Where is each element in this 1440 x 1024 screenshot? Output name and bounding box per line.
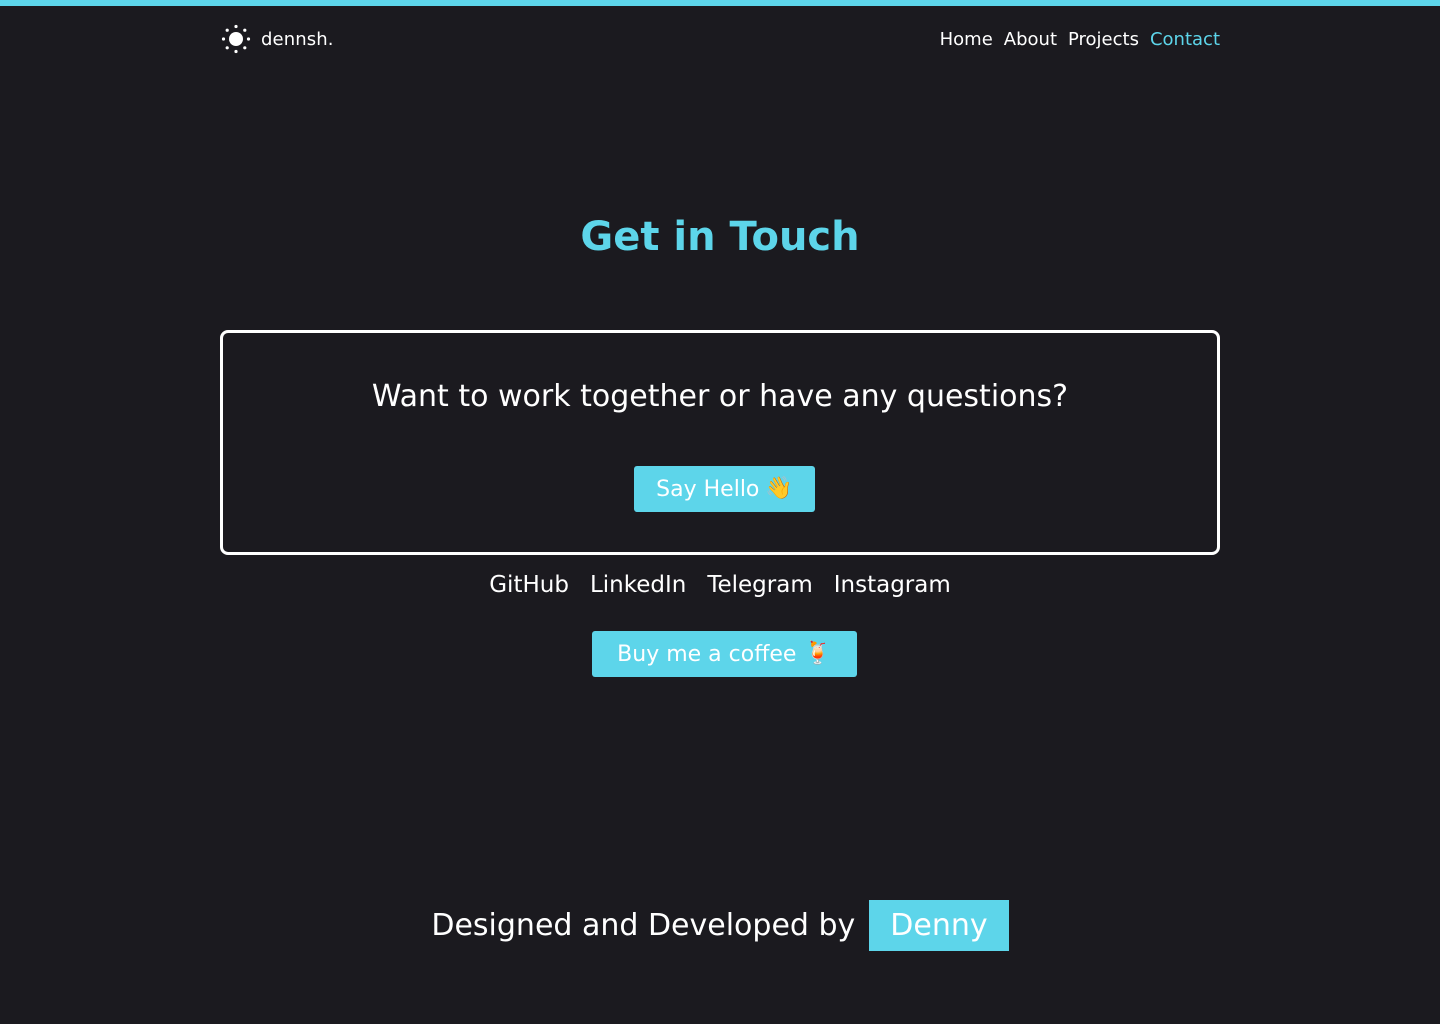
contact-card: Want to work together or have any questi… [220, 330, 1220, 555]
buy-coffee-label: Buy me a coffee [617, 641, 797, 667]
linkedin-link[interactable]: LinkedIn [590, 572, 686, 598]
nav-home[interactable]: Home [940, 29, 993, 50]
brand-name: dennsh. [261, 28, 334, 50]
telegram-link[interactable]: Telegram [707, 572, 812, 598]
tropical-drink-icon: 🍹 [804, 641, 832, 666]
site-footer: Designed and Developed by Denny [0, 900, 1440, 951]
nav-projects[interactable]: Projects [1068, 29, 1139, 50]
buy-coffee-button[interactable]: Buy me a coffee 🍹 [592, 631, 857, 677]
footer-author-link[interactable]: Denny [869, 900, 1009, 951]
nav-about[interactable]: About [1004, 29, 1057, 50]
card-question: Want to work together or have any questi… [371, 379, 1069, 414]
site-header: dennsh. Home About Projects Contact [220, 22, 1220, 56]
say-hello-button[interactable]: Say Hello 👋 [634, 466, 815, 512]
waving-hand-icon: 👋 [765, 476, 793, 501]
main-nav: Home About Projects Contact [940, 29, 1220, 50]
nav-contact[interactable]: Contact [1150, 29, 1220, 50]
say-hello-label: Say Hello [656, 476, 760, 502]
social-links: GitHub LinkedIn Telegram Instagram [0, 572, 1440, 598]
brand-logo[interactable]: dennsh. [220, 23, 334, 55]
instagram-link[interactable]: Instagram [834, 572, 951, 598]
github-link[interactable]: GitHub [489, 572, 569, 598]
footer-credit: Designed and Developed by [431, 908, 856, 943]
top-accent-bar [0, 0, 1440, 6]
sun-icon [220, 23, 252, 55]
page-title: Get in Touch [580, 214, 860, 260]
